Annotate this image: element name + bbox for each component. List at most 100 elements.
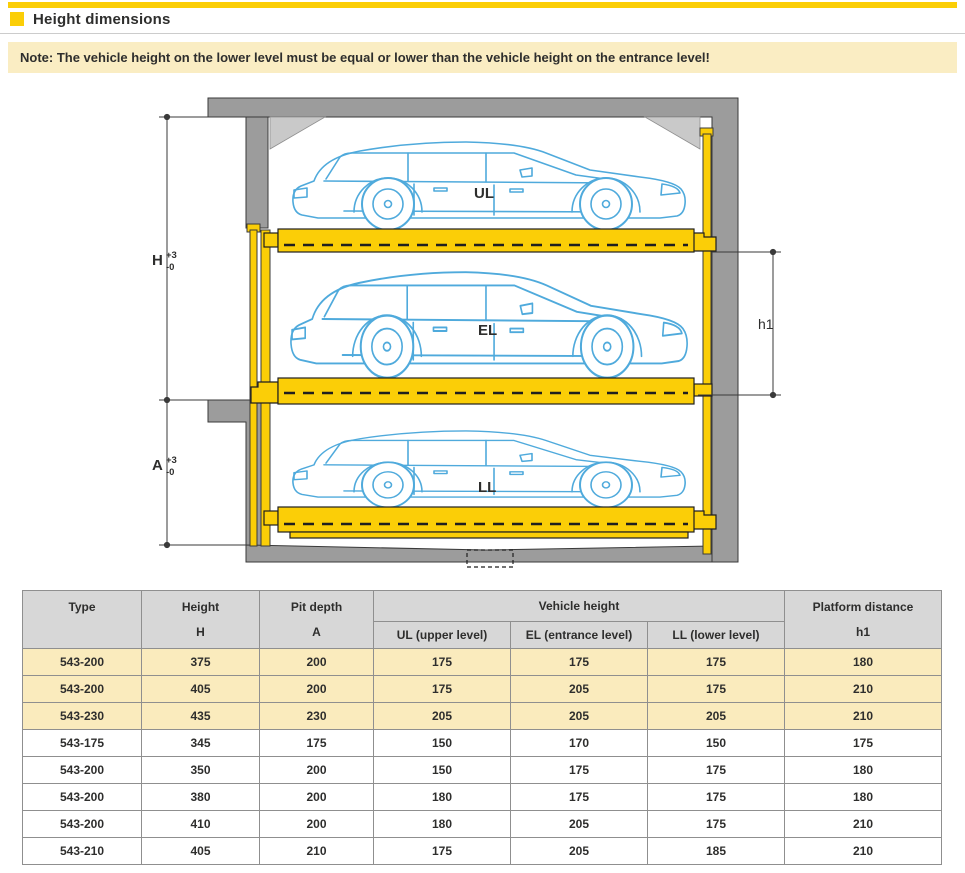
cell-ul: 150 [374,757,511,784]
cell-ll: 185 [648,838,785,865]
col-header-vehicle-height: Vehicle height [374,591,785,622]
cell-h1: 210 [785,676,942,703]
cell-pit-depth: 210 [260,838,374,865]
platform-lower [264,507,716,538]
col-header-el: EL (entrance level) [511,622,648,649]
table-row: 543-200 410 200 180 205 175 210 [23,811,942,838]
cell-height: 435 [142,703,260,730]
note-banner: Note: The vehicle height on the lower le… [8,42,957,73]
cell-pit-depth: 200 [260,676,374,703]
cell-el: 175 [511,649,648,676]
label-entrance-level: EL [478,322,497,339]
cell-el: 175 [511,757,648,784]
cell-pit-depth: 200 [260,757,374,784]
cell-h1: 180 [785,757,942,784]
cell-el: 175 [511,784,648,811]
cell-ll: 175 [648,784,785,811]
cell-pit-depth: 200 [260,784,374,811]
label-tol-minus-h: -0 [166,262,174,273]
table-header: Type Height H Pit depth A Vehicle height… [23,591,942,649]
cell-el: 205 [511,676,648,703]
col-header-platform-distance: Platform distance h1 [785,591,942,649]
table-row: 543-210 405 210 175 205 185 210 [23,838,942,865]
cell-ll: 205 [648,703,785,730]
label-tol-plus-a: +3 [166,455,177,466]
cell-ul: 175 [374,676,511,703]
platform-entrance [251,378,712,404]
label-platform-distance: h1 [758,316,774,332]
cell-height: 350 [142,757,260,784]
cell-ul: 175 [374,649,511,676]
section-bullet-icon [10,12,24,26]
col-header-pit-depth: Pit depth A [260,591,374,649]
page-title: Height dimensions [33,11,171,28]
label-dim-pit: A [152,457,163,474]
cell-ul: 180 [374,811,511,838]
cell-pit-depth: 200 [260,649,374,676]
table-row: 543-200 405 200 175 205 175 210 [23,676,942,703]
cell-type: 543-200 [23,784,142,811]
cell-ll: 175 [648,676,785,703]
cell-h1: 210 [785,703,942,730]
cell-type: 543-200 [23,757,142,784]
cell-pit-depth: 230 [260,703,374,730]
col-header-height: Height H [142,591,260,649]
cell-h1: 210 [785,838,942,865]
label-upper-level: UL [474,185,494,202]
cell-h1: 180 [785,784,942,811]
cell-el: 170 [511,730,648,757]
left-wall-upper [246,117,268,228]
col-header-ll: LL (lower level) [648,622,785,649]
note-text: Note: The vehicle height on the lower le… [8,50,710,65]
ceiling-wedge-left [270,117,325,149]
cell-pit-depth: 200 [260,811,374,838]
cell-height: 410 [142,811,260,838]
label-dim-height: H [152,252,163,269]
cell-ll: 150 [648,730,785,757]
cell-h1: 210 [785,811,942,838]
cell-type: 543-230 [23,703,142,730]
cell-ll: 175 [648,757,785,784]
cell-height: 375 [142,649,260,676]
cell-height: 405 [142,838,260,865]
table-row: 543-230 435 230 205 205 205 210 [23,703,942,730]
datasheet-page: Height dimensions Note: The vehicle heig… [0,0,965,873]
cell-ul: 175 [374,838,511,865]
table-row: 543-200 380 200 180 175 175 180 [23,784,942,811]
cell-el: 205 [511,838,648,865]
label-tol-plus-h: +3 [166,250,177,261]
table-row: 543-200 350 200 150 175 175 180 [23,757,942,784]
cell-height: 345 [142,730,260,757]
ceiling-wedge-right [645,117,700,149]
cell-el: 205 [511,703,648,730]
cell-h1: 175 [785,730,942,757]
cell-ll: 175 [648,649,785,676]
cell-height: 405 [142,676,260,703]
cell-ll: 175 [648,811,785,838]
cell-h1: 180 [785,649,942,676]
cell-el: 205 [511,811,648,838]
cell-type: 543-175 [23,730,142,757]
label-tol-minus-a: -0 [166,467,174,478]
cell-height: 380 [142,784,260,811]
cell-type: 543-200 [23,649,142,676]
cell-type: 543-200 [23,811,142,838]
label-lower-level: LL [478,479,496,496]
col-header-ul: UL (upper level) [374,622,511,649]
pit-floor [246,545,712,562]
cell-ul: 180 [374,784,511,811]
top-accent-bar [8,2,957,8]
dimensions-table: Type Height H Pit depth A Vehicle height… [22,590,942,865]
section-header: Height dimensions [10,10,171,28]
platform-upper [264,229,716,252]
right-lift-column [700,128,713,554]
cross-section-diagram: H +3 -0 A +3 -0 h1 UL EL LL [0,95,965,587]
entrance-ledge-and-pit-wall [208,400,268,562]
table-body: 543-200 375 200 175 175 175 180 543-200 … [23,649,942,865]
table-row: 543-175 345 175 150 170 150 175 [23,730,942,757]
col-header-type: Type [23,591,142,649]
header-divider [0,33,965,34]
cell-pit-depth: 175 [260,730,374,757]
cell-ul: 150 [374,730,511,757]
table-row: 543-200 375 200 175 175 175 180 [23,649,942,676]
